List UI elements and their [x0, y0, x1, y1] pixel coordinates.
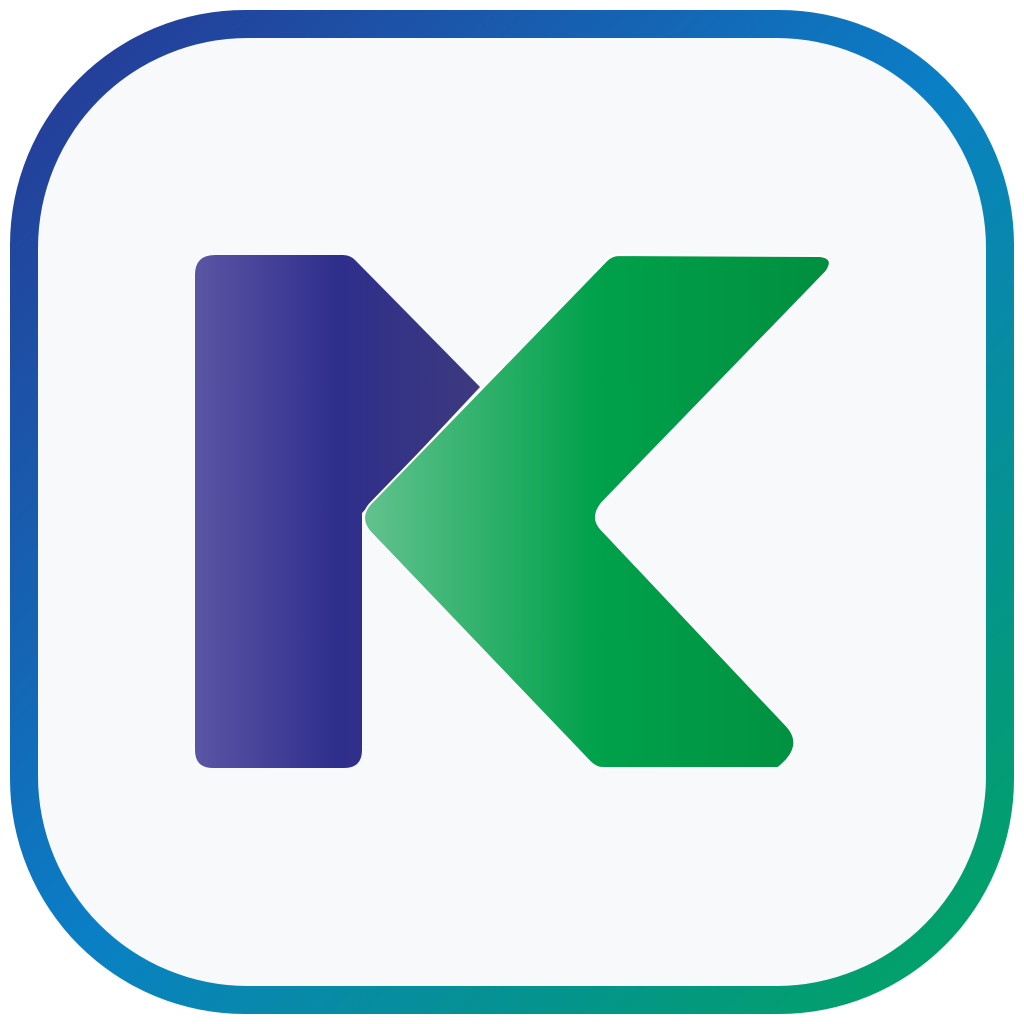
app-icon: [0, 0, 1024, 1024]
k-logo-icon: [10, 10, 1014, 1014]
